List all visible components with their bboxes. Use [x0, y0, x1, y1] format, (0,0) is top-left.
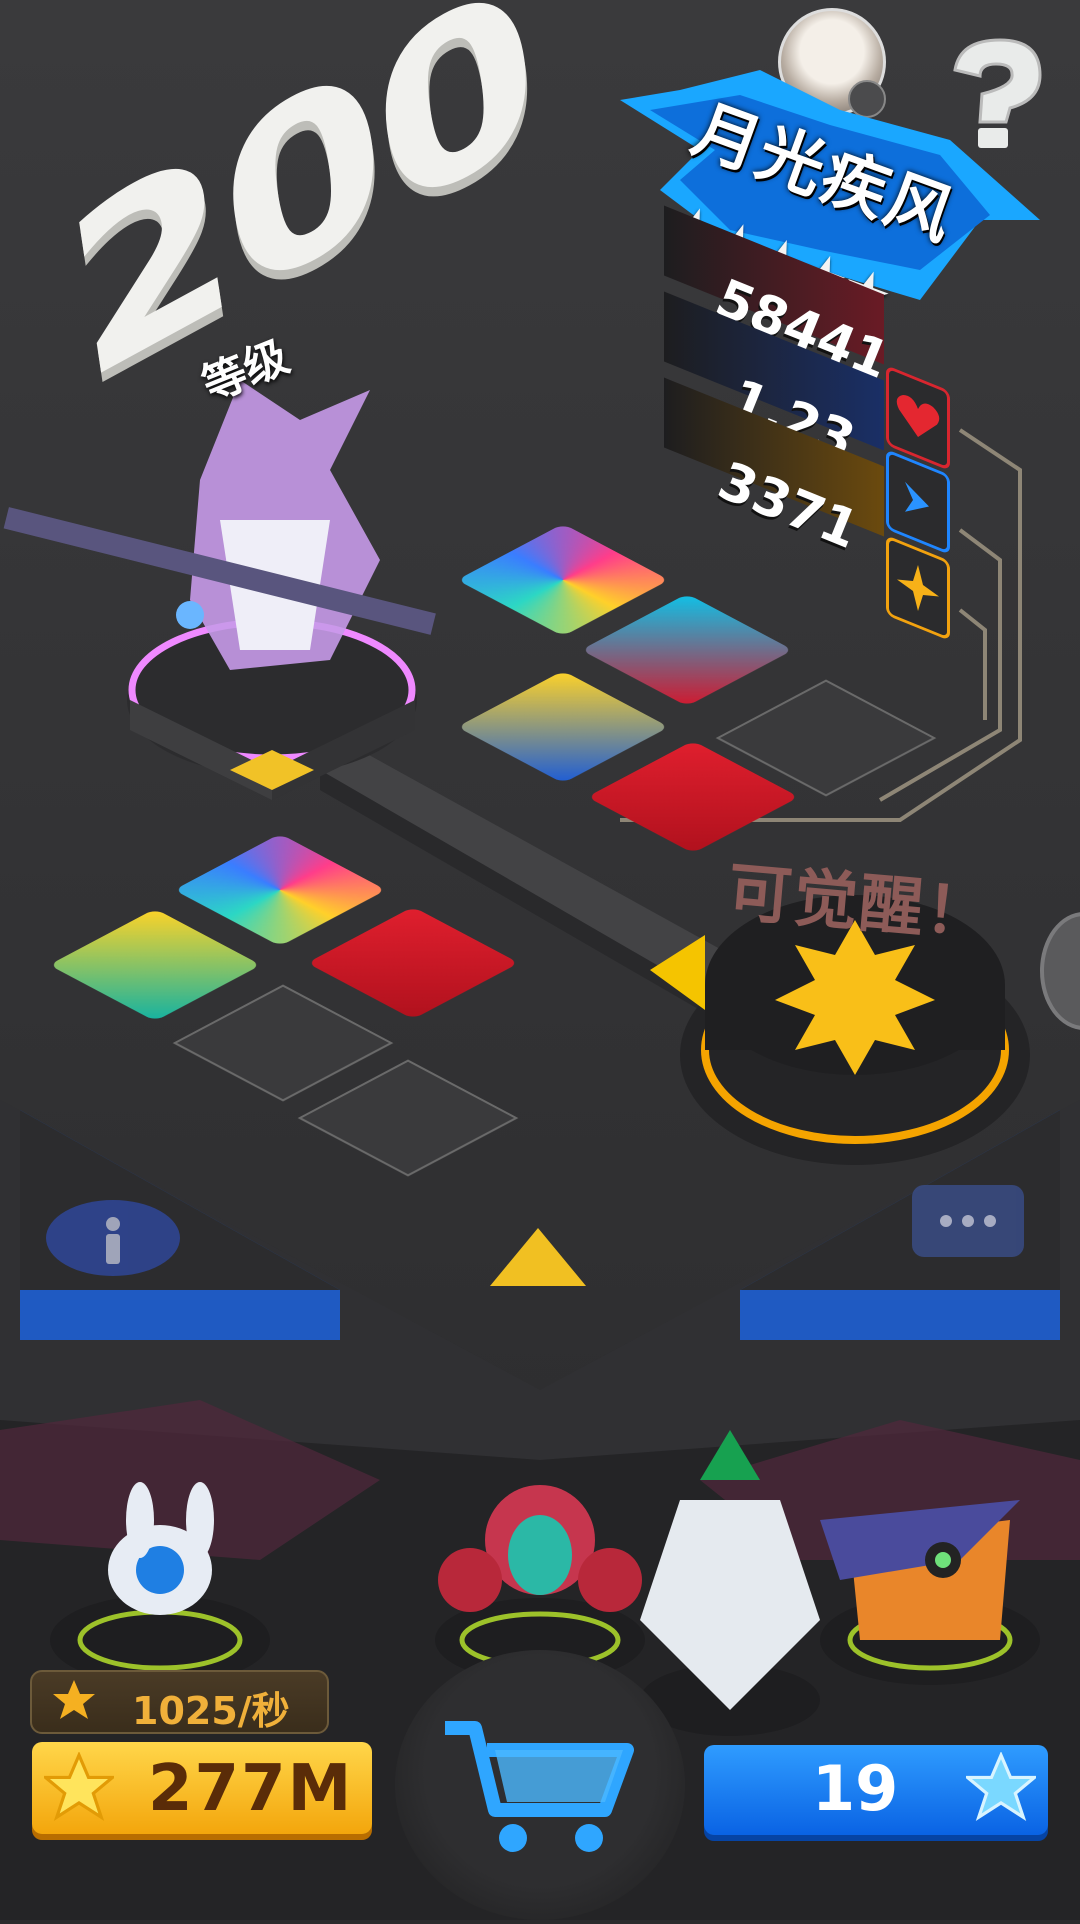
cart-icon [445, 1721, 634, 1852]
star-icon [53, 1680, 95, 1719]
gold-star-icon [44, 1752, 114, 1822]
gem-amount: 19 [812, 1752, 899, 1825]
shop-button[interactable] [395, 1650, 685, 1920]
game-screen: 200 等级 月光疾风 ★★★★★ 58441 1.23 3371 可觉醒！ [0, 0, 1080, 1920]
chat-icon[interactable] [912, 1185, 1024, 1257]
up-arrow-icon[interactable] [490, 1228, 586, 1286]
gem-star-icon [966, 1752, 1036, 1822]
gold-amount: 277M [148, 1752, 354, 1826]
info-icon[interactable] [46, 1200, 180, 1276]
income-rate: 1025/秒 [132, 1689, 290, 1733]
